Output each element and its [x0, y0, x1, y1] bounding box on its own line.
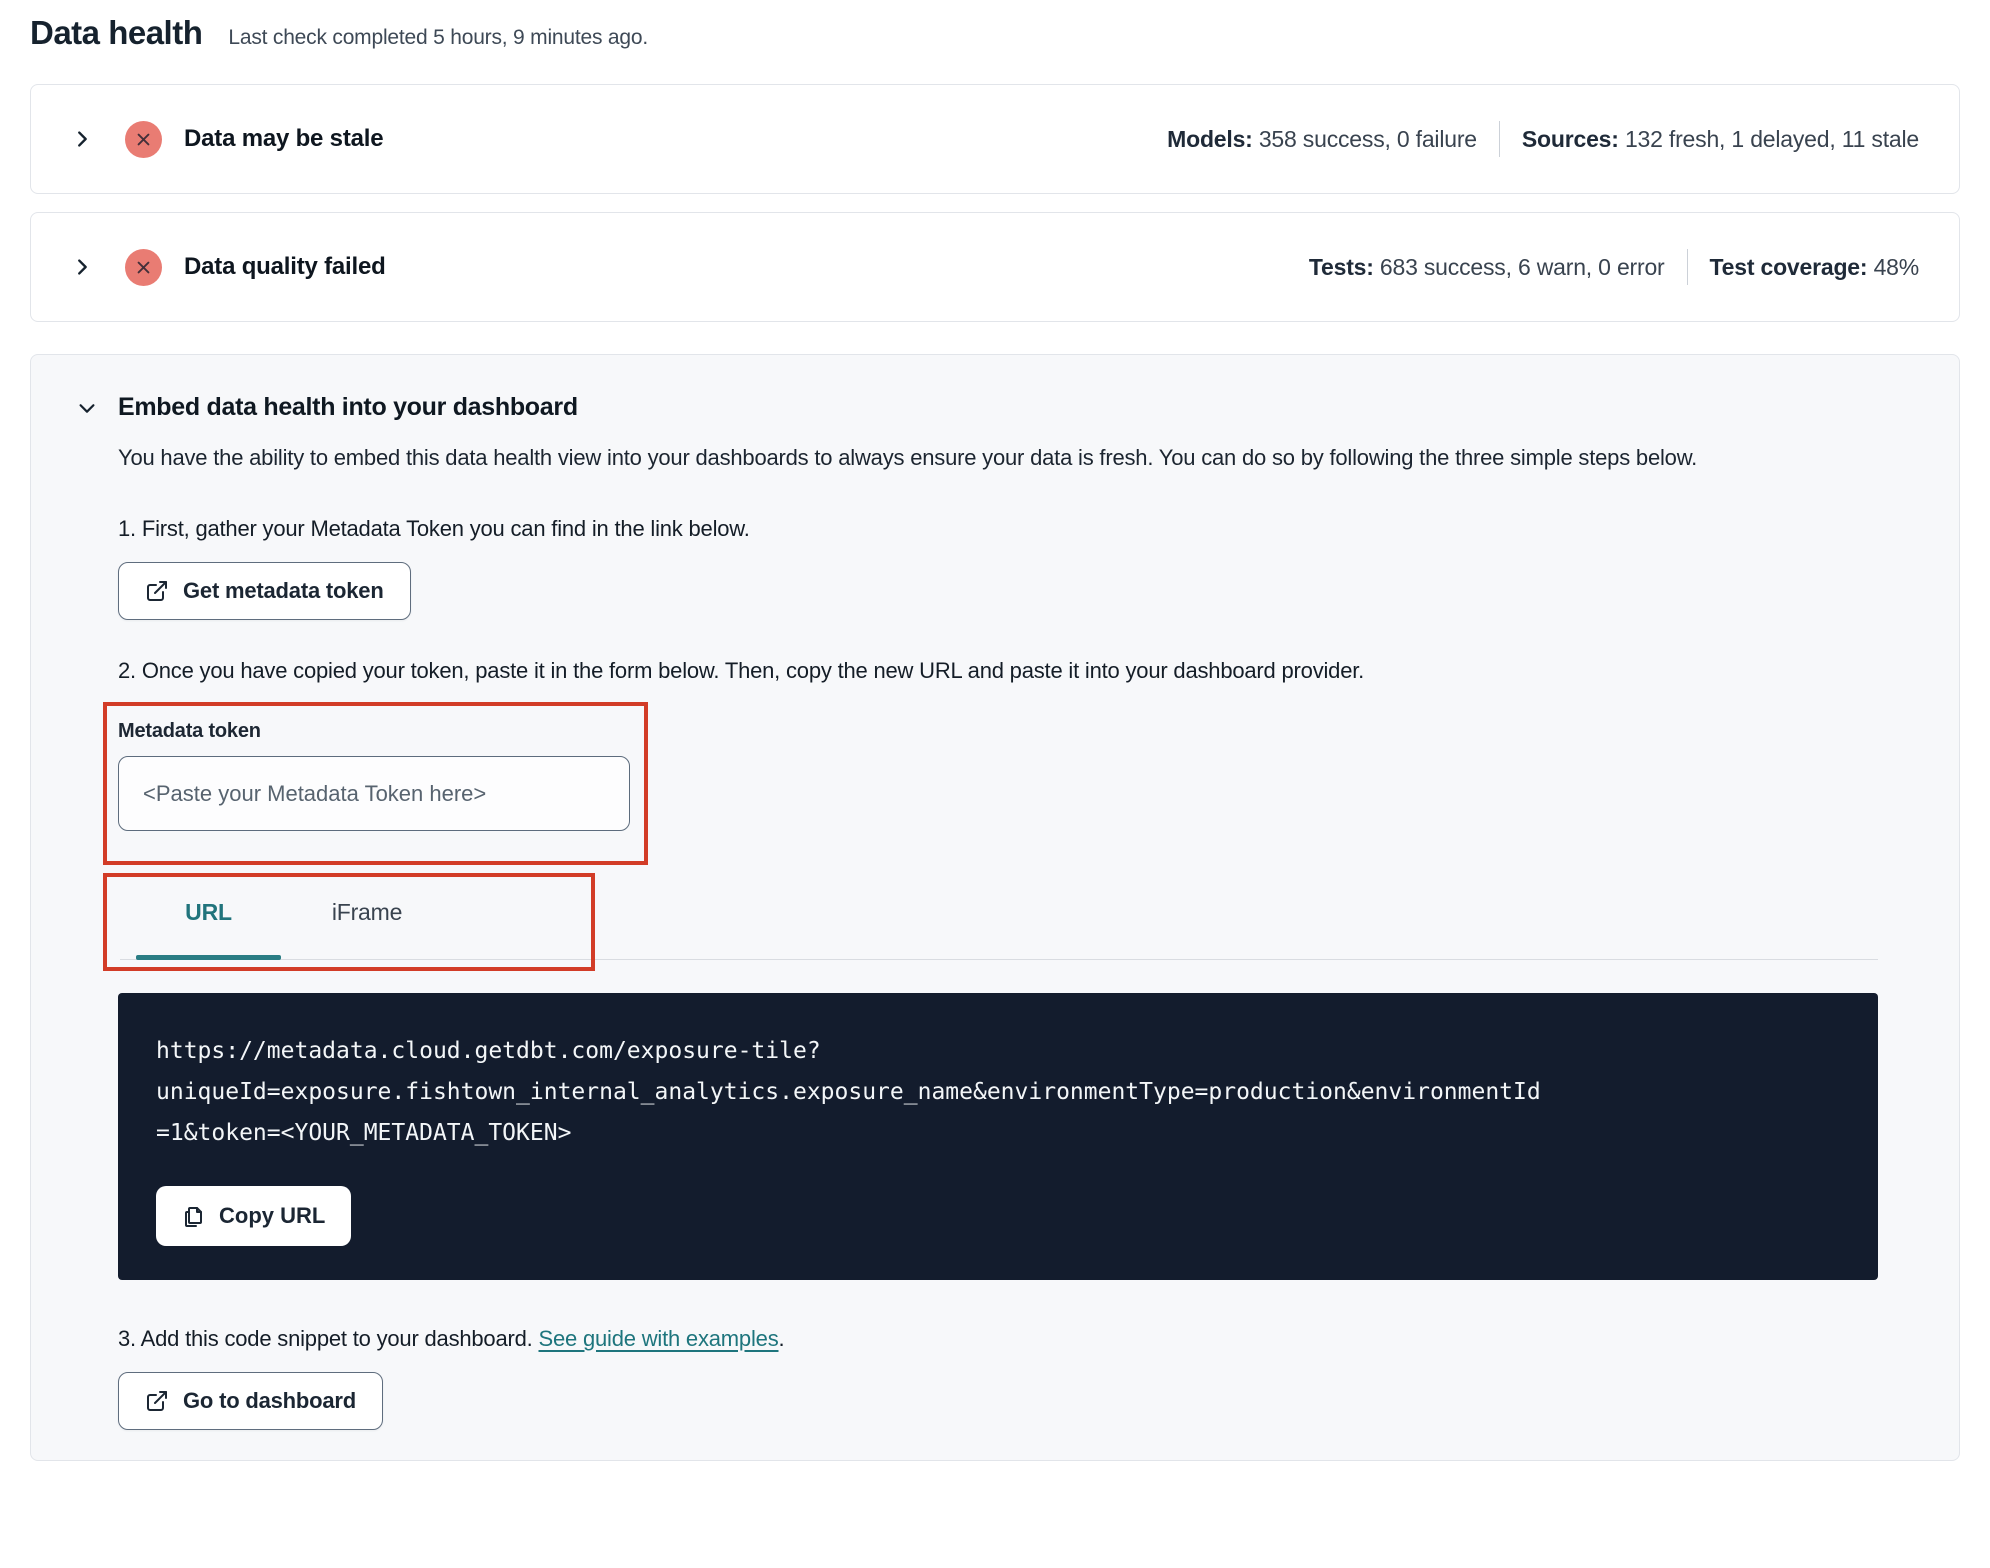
accordion-data-may-be-stale[interactable]: Data may be stale Models: 358 success, 0… — [30, 84, 1960, 194]
embed-accordion-toggle[interactable]: Embed data health into your dashboard — [76, 393, 1914, 422]
chevron-right-icon — [71, 256, 93, 278]
sources-stat: Sources: 132 fresh, 1 delayed, 11 stale — [1521, 125, 1919, 152]
code-line: =1&token=<YOUR_METADATA_TOKEN> — [156, 1120, 572, 1146]
copy-icon — [182, 1204, 206, 1228]
embed-url-code-block: https://metadata.cloud.getdbt.com/exposu… — [118, 993, 1878, 1280]
external-link-icon — [145, 579, 169, 603]
accordion-title: Data may be stale — [184, 125, 384, 152]
chevron-right-icon — [71, 128, 93, 150]
last-check-status: Last check completed 5 hours, 9 minutes … — [228, 26, 648, 49]
copy-url-button[interactable]: Copy URL — [156, 1186, 352, 1246]
page-title: Data health — [30, 14, 203, 51]
embed-description: You have the ability to embed this data … — [118, 445, 1698, 470]
test-coverage-stat: Test coverage: 48% — [1709, 253, 1920, 280]
code-line: uniqueId=exposure.fishtown_internal_anal… — [156, 1079, 1541, 1105]
button-label: Get metadata token — [183, 578, 384, 603]
metadata-token-label: Metadata token — [118, 720, 261, 742]
error-x-icon — [125, 248, 162, 286]
output-format-tabs: URL iFrame — [103, 873, 1878, 975]
step-1-text: 1. First, gather your Metadata Token you… — [118, 516, 750, 541]
metadata-token-input[interactable] — [118, 756, 630, 831]
external-link-icon — [145, 1389, 169, 1413]
tab-iframe[interactable]: iFrame — [281, 899, 453, 926]
tab-label: URL — [185, 899, 232, 925]
button-label: Go to dashboard — [183, 1388, 357, 1413]
data-health-page: Data health Last check completed 5 hours… — [0, 0, 1990, 1461]
step-3-text: 3. Add this code snippet to your dashboa… — [118, 1326, 785, 1351]
code-line: https://metadata.cloud.getdbt.com/exposu… — [156, 1038, 821, 1064]
accordion-title: Data quality failed — [184, 253, 386, 280]
go-to-dashboard-button[interactable]: Go to dashboard — [118, 1372, 384, 1430]
models-stat: Models: 358 success, 0 failure — [1167, 125, 1477, 152]
metadata-token-annotation-box: Metadata token — [103, 702, 648, 865]
error-x-icon — [125, 120, 162, 158]
tabs-baseline-divider — [120, 959, 1878, 960]
accordion-stats: Tests: 683 success, 6 warn, 0 error Test… — [1309, 249, 1919, 285]
tests-stat: Tests: 683 success, 6 warn, 0 error — [1308, 253, 1665, 280]
button-label: Copy URL — [219, 1203, 326, 1228]
get-metadata-token-button[interactable]: Get metadata token — [118, 562, 411, 620]
accordion-stats: Models: 358 success, 0 failure Sources: … — [1167, 121, 1919, 157]
page-header: Data health Last check completed 5 hours… — [30, 14, 1960, 66]
see-guide-link[interactable]: See guide with examples — [539, 1326, 779, 1351]
embed-section-body: You have the ability to embed this data … — [103, 438, 1878, 1430]
stats-divider — [1686, 249, 1688, 285]
step-2-text: 2. Once you have copied your token, past… — [118, 658, 1365, 683]
embed-section: Embed data health into your dashboard Yo… — [30, 354, 1960, 1461]
tab-label: iFrame — [331, 899, 403, 925]
chevron-down-icon — [76, 397, 98, 419]
accordion-data-quality-failed[interactable]: Data quality failed Tests: 683 success, … — [30, 212, 1960, 322]
tab-url[interactable]: URL — [136, 899, 281, 960]
embed-section-title: Embed data health into your dashboard — [118, 393, 578, 421]
stats-divider — [1498, 121, 1500, 157]
